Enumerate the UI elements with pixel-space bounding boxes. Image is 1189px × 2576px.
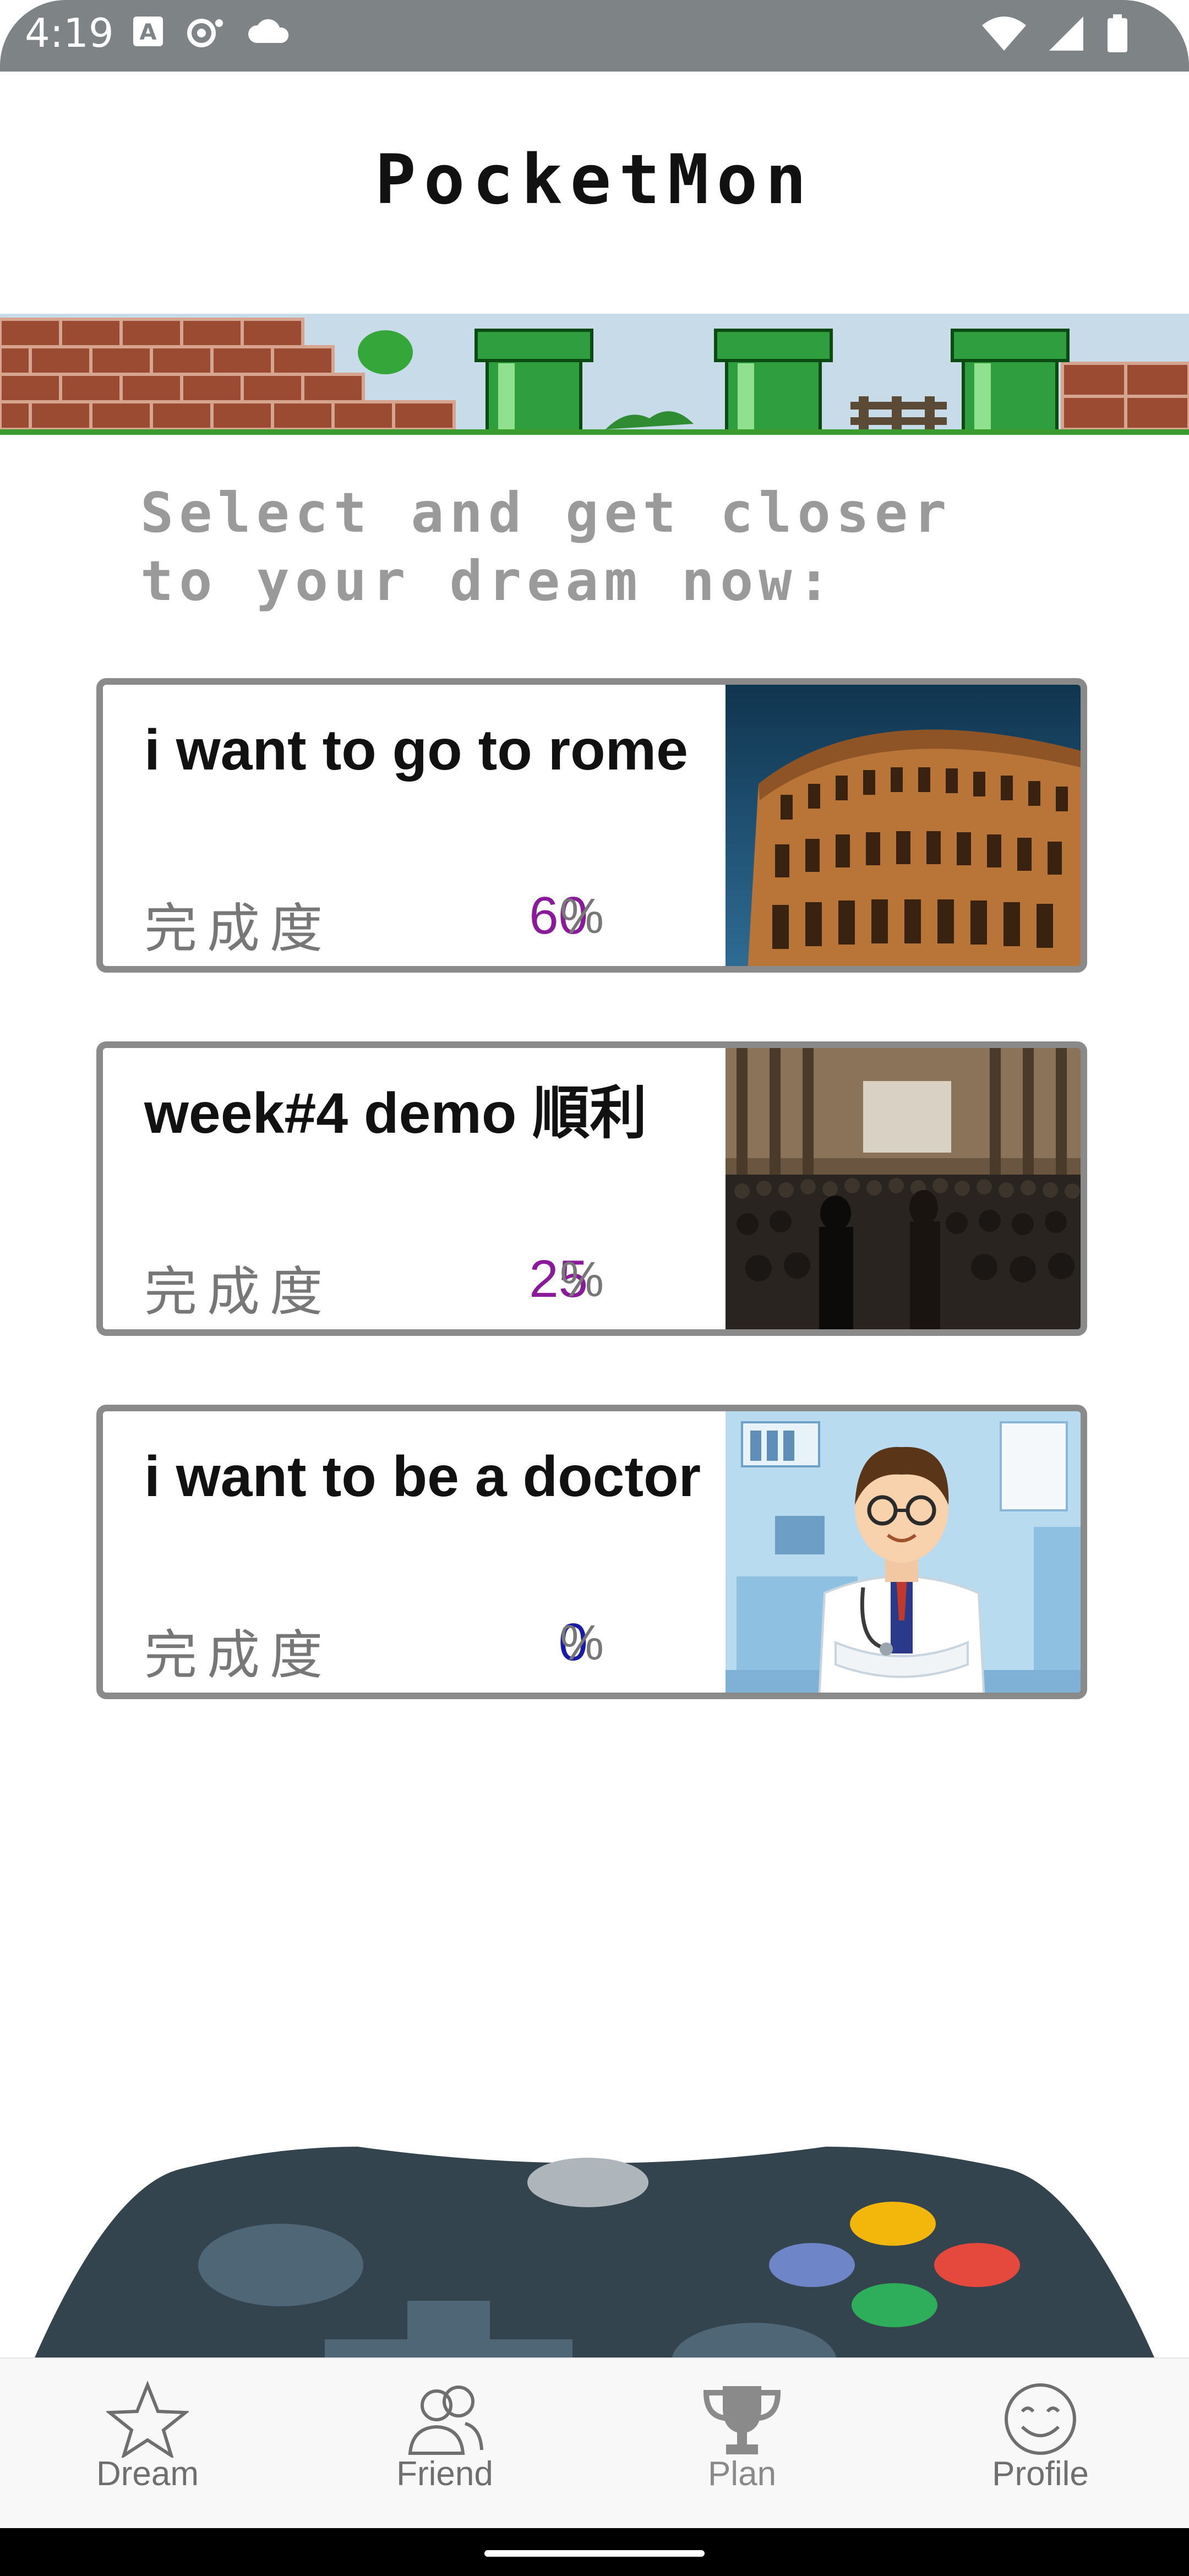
doctor-illustration [726, 1411, 1081, 1693]
status-time: 4:19 [25, 10, 114, 56]
nav-dream[interactable]: Dream [65, 2381, 230, 2493]
mario-pipes-banner [0, 314, 1189, 435]
gesture-bar [0, 2528, 1189, 2576]
nav-friend[interactable]: Friend [362, 2381, 527, 2493]
status-bar: 4:19 A [0, 0, 1189, 72]
friends-icon [408, 2386, 483, 2455]
bottom-navigation: Dream Friend Plan Profile [0, 2357, 1189, 2529]
status-icons-left: A [132, 15, 292, 47]
dream-card[interactable]: i want to be a doctor 完成度 0 % [96, 1405, 1087, 1699]
dream-card[interactable]: week#4 demo 順利 完成度 25 % [96, 1041, 1087, 1336]
app-title: PocketMon [375, 140, 814, 220]
nav-label: Plan [707, 2455, 777, 2493]
progress-label: 完成度 [144, 1263, 332, 1322]
trophy-icon [703, 2386, 781, 2454]
battery-icon [1108, 14, 1127, 52]
dream-title: week#4 demo 順利 [144, 1082, 647, 1145]
progress-label: 完成度 [144, 1626, 332, 1685]
progress-label: 完成度 [144, 899, 332, 958]
status-icons-right [982, 14, 1128, 53]
game-controller-illustration [33, 2147, 1156, 2361]
svg-text:A: A [140, 20, 157, 45]
cellular-icon [1049, 17, 1083, 51]
mario-banner [0, 314, 1189, 435]
progress-unit: % [560, 1616, 604, 1671]
nav-label: Dream [96, 2455, 199, 2493]
nav-plan[interactable]: Plan [659, 2381, 825, 2493]
star-icon [106, 2381, 189, 2458]
auditorium-photo [726, 1048, 1081, 1329]
nav-label: Friend [396, 2455, 493, 2493]
smiley-icon [1005, 2383, 1076, 2455]
nav-label: Profile [992, 2455, 1089, 2493]
home-gesture-handle[interactable] [484, 2550, 705, 2557]
keyboard-a-icon: A [133, 17, 163, 46]
wifi-icon [982, 17, 1026, 51]
signal-hotspot-icon [187, 19, 223, 47]
progress-unit: % [560, 1252, 604, 1307]
progress-unit: % [560, 889, 604, 944]
dream-card[interactable]: i want to go to rome 完成度 60 % [96, 678, 1087, 973]
nav-profile[interactable]: Profile [958, 2381, 1123, 2493]
colosseum-photo [726, 685, 1081, 966]
dream-title: i want to be a doctor [144, 1445, 701, 1509]
cloud-icon [248, 19, 289, 43]
dream-prompt: Select and get closer to your dream now: [140, 481, 952, 613]
dream-title: i want to go to rome [144, 718, 688, 782]
